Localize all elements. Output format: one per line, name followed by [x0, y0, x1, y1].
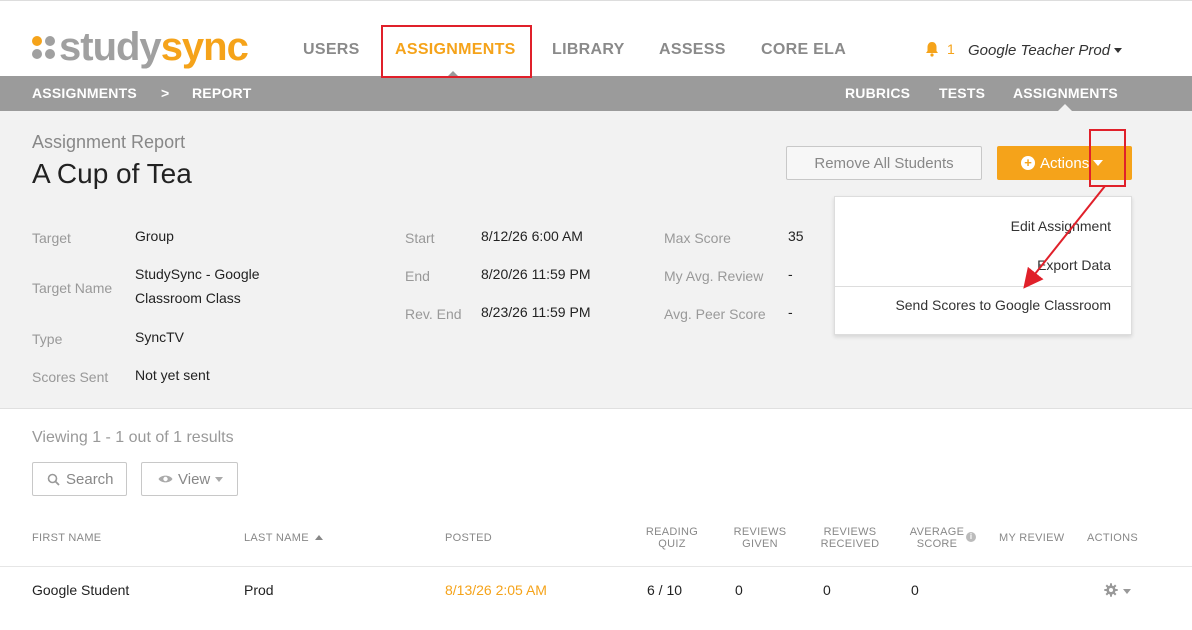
column-my-review[interactable]: MY REVIEW	[999, 532, 1064, 544]
menu-item-export-data[interactable]: Export Data	[1037, 257, 1111, 273]
breadcrumb-separator: >	[161, 85, 170, 101]
meta-value-my-avg-review: -	[788, 266, 793, 282]
nav-core-ela[interactable]: CORE ELA	[761, 41, 846, 59]
subnav-rubrics[interactable]: RUBRICS	[845, 85, 910, 101]
column-actions: ACTIONS	[1087, 532, 1138, 544]
subnav-tests[interactable]: TESTS	[939, 85, 985, 101]
bell-icon[interactable]	[924, 41, 940, 57]
sort-ascending-icon	[315, 535, 324, 540]
cell-reading-quiz: 6 / 10	[647, 582, 683, 598]
nav-library[interactable]: LIBRARY	[552, 41, 625, 59]
nav-users[interactable]: USERS	[303, 41, 360, 59]
meta-value-start: 8/12/26 6:00 AM	[481, 228, 583, 244]
meta-value-target-name: StudySync - Google Classroom Class	[135, 266, 260, 306]
info-icon[interactable]: i	[966, 532, 976, 542]
column-reviews-given[interactable]: REVIEWS GIVEN	[728, 526, 792, 550]
actions-dropdown-menu: Edit Assignment Export Data Send Scores …	[834, 196, 1132, 335]
logo-wordmark: studysync	[59, 25, 249, 69]
chevron-down-icon[interactable]	[1114, 48, 1122, 53]
notification-count[interactable]: 1	[947, 41, 955, 57]
search-button-label: Search	[66, 470, 114, 488]
meta-label-end: End	[405, 268, 430, 284]
chevron-down-icon[interactable]	[1123, 589, 1131, 594]
actions-button[interactable]: + Actions	[997, 146, 1132, 180]
menu-divider	[835, 286, 1131, 287]
user-menu[interactable]: Google Teacher Prod	[968, 42, 1110, 59]
meta-value-target: Group	[135, 228, 174, 244]
page-title: A Cup of Tea	[32, 158, 192, 189]
chevron-down-icon[interactable]	[1093, 160, 1104, 166]
meta-value-end: 8/20/26 11:59 PM	[481, 266, 591, 282]
column-reviews-received[interactable]: REVIEWS RECEIVED	[815, 526, 885, 550]
meta-label-start: Start	[405, 230, 435, 246]
view-button[interactable]: View	[141, 462, 238, 496]
sub-navigation-bar: ASSIGNMENTS > REPORT RUBRICS TESTS ASSIG…	[0, 76, 1192, 111]
column-posted[interactable]: POSTED	[445, 532, 492, 544]
cell-reviews-received: 0	[823, 582, 831, 598]
cell-average-score: 0	[911, 582, 919, 598]
breadcrumb-report: REPORT	[192, 85, 252, 101]
meta-label-target-name: Target Name	[32, 280, 113, 296]
menu-item-edit-assignment[interactable]: Edit Assignment	[1011, 218, 1111, 234]
cell-last-name: Prod	[244, 582, 274, 598]
cell-first-name: Google Student	[32, 582, 130, 598]
results-count: Viewing 1 - 1 out of 1 results	[32, 429, 234, 446]
nav-assignments[interactable]: ASSIGNMENTS	[395, 41, 516, 59]
column-reading-quiz[interactable]: READING QUIZ	[640, 526, 704, 550]
eye-icon	[158, 475, 173, 483]
top-navigation-bar: studysync USERS ASSIGNMENTS LIBRARY ASSE…	[0, 0, 1192, 78]
logo-dots-icon	[32, 35, 55, 59]
breadcrumb-assignments[interactable]: ASSIGNMENTS	[32, 85, 137, 101]
meta-value-max-score: 35	[788, 228, 804, 244]
table-divider	[0, 566, 1192, 567]
search-button[interactable]: Search	[32, 462, 127, 496]
subnav-assignments[interactable]: ASSIGNMENTS	[1013, 85, 1118, 101]
actions-button-label: Actions	[1040, 154, 1090, 172]
plus-circle-icon: +	[1021, 156, 1035, 170]
remove-all-students-button[interactable]: Remove All Students	[786, 146, 982, 180]
meta-value-type: SyncTV	[135, 329, 185, 345]
meta-label-my-avg-review: My Avg. Review	[664, 268, 764, 284]
report-label: Assignment Report	[32, 132, 186, 152]
column-first-name[interactable]: FIRST NAME	[32, 532, 101, 544]
gear-icon[interactable]	[1104, 583, 1118, 597]
cell-posted-link[interactable]: 8/13/26 2:05 AM	[445, 582, 547, 598]
studysync-logo[interactable]: studysync	[32, 25, 249, 69]
meta-label-rev-end: Rev. End	[405, 306, 462, 322]
menu-item-send-scores[interactable]: Send Scores to Google Classroom	[895, 297, 1111, 313]
meta-value-avg-peer-score: -	[788, 304, 793, 320]
cell-reviews-given: 0	[735, 582, 743, 598]
nav-assess[interactable]: ASSESS	[659, 41, 726, 59]
view-button-label: View	[178, 470, 211, 488]
column-average-score[interactable]: AVERAGE SCORE	[906, 526, 968, 550]
meta-value-scores-sent: Not yet sent	[135, 367, 210, 383]
meta-label-target: Target	[32, 230, 71, 246]
meta-label-max-score: Max Score	[664, 230, 731, 246]
meta-value-rev-end: 8/23/26 11:59 PM	[481, 304, 591, 320]
meta-label-avg-peer-score: Avg. Peer Score	[664, 306, 766, 322]
column-last-name[interactable]: LAST NAME	[244, 532, 324, 544]
search-icon	[47, 473, 60, 486]
meta-label-type: Type	[32, 331, 63, 347]
active-subnav-indicator	[1058, 104, 1072, 111]
meta-label-scores-sent: Scores Sent	[32, 369, 109, 385]
chevron-down-icon	[215, 476, 224, 482]
